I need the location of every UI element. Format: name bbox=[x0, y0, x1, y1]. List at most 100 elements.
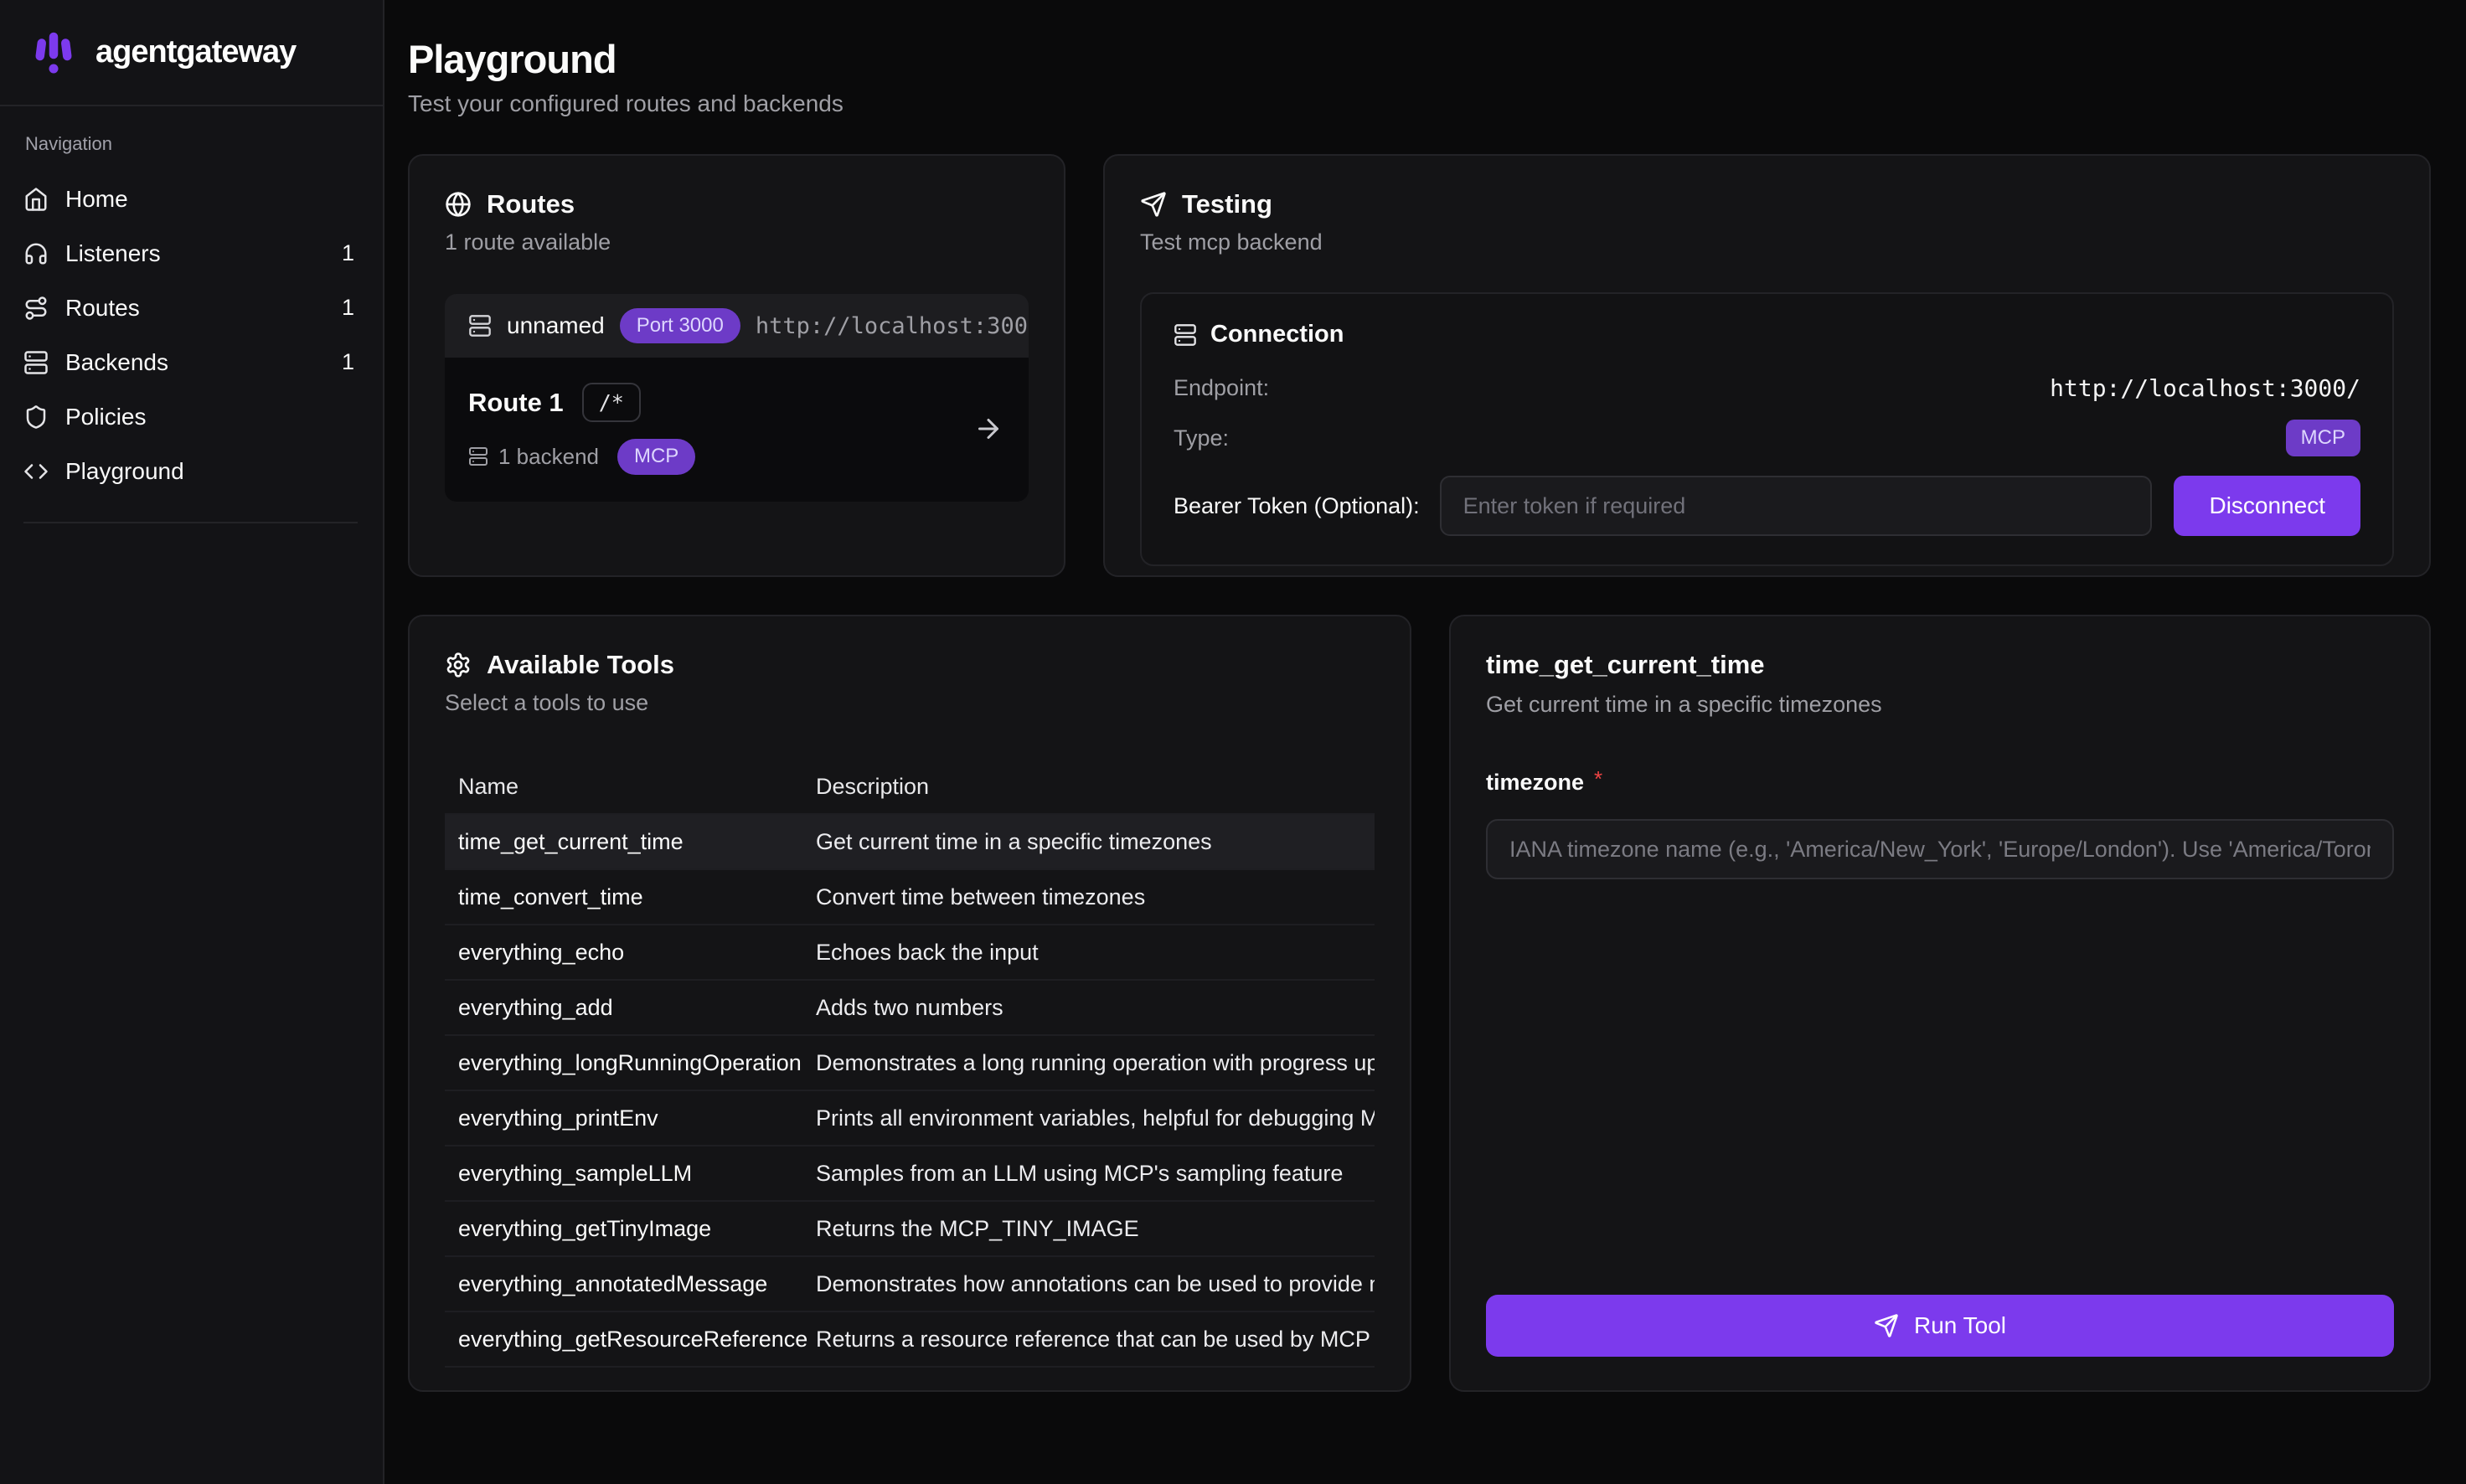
selected-tool-title: time_get_current_time bbox=[1486, 650, 2394, 680]
tool-description: Convert time between timezones bbox=[816, 884, 1375, 910]
server-icon bbox=[468, 314, 492, 338]
routes-card-header: Routes bbox=[445, 189, 1029, 219]
sidebar: agentgateway Navigation Home Listeners 1… bbox=[0, 0, 384, 1484]
route-info: Route 1 /* 1 backend MCP bbox=[468, 383, 695, 475]
shield-icon bbox=[23, 404, 49, 430]
route-item[interactable]: Route 1 /* 1 backend MCP bbox=[445, 358, 1029, 502]
table-row[interactable]: time_get_current_time Get current time i… bbox=[445, 815, 1375, 870]
route-protocol-badge: MCP bbox=[617, 439, 695, 475]
sidebar-item-backends[interactable]: Backends 1 bbox=[23, 335, 358, 389]
sidebar-item-playground[interactable]: Playground bbox=[23, 444, 358, 498]
bearer-token-input[interactable] bbox=[1440, 476, 2153, 536]
send-icon bbox=[1140, 191, 1167, 218]
sidebar-item-label: Listeners bbox=[65, 240, 161, 267]
column-header-name: Name bbox=[445, 774, 816, 800]
nav-section-label: Navigation bbox=[25, 133, 358, 155]
table-row[interactable]: everything_getTinyImage Returns the MCP_… bbox=[445, 1202, 1375, 1257]
run-tool-label: Run Tool bbox=[1914, 1312, 2006, 1339]
testing-card: Testing Test mcp backend Connection Endp… bbox=[1103, 154, 2431, 577]
tool-description: Demonstrates how annotations can be used… bbox=[816, 1271, 1375, 1297]
connection-title: Connection bbox=[1210, 321, 1344, 348]
route-icon bbox=[23, 296, 49, 321]
tool-name: everything_printEnv bbox=[445, 1105, 816, 1131]
type-row: Type: MCP bbox=[1174, 414, 2360, 462]
headphones-icon bbox=[23, 241, 49, 266]
table-row[interactable]: everything_printEnv Prints all environme… bbox=[445, 1091, 1375, 1146]
tool-description: Echoes back the input bbox=[816, 940, 1375, 966]
available-tools-card: Available Tools Select a tools to use Na… bbox=[408, 615, 1411, 1392]
sidebar-item-home[interactable]: Home bbox=[23, 172, 358, 226]
sidebar-item-label: Home bbox=[65, 186, 128, 213]
table-row[interactable]: everything_longRunningOperation Demonstr… bbox=[445, 1036, 1375, 1091]
sidebar-nav: Navigation Home Listeners 1 Routes 1 bbox=[0, 106, 383, 523]
tool-description: Demonstrates a long running operation wi… bbox=[816, 1050, 1375, 1076]
server-icon bbox=[468, 446, 488, 466]
tool-name: everything_add bbox=[445, 995, 816, 1021]
tool-name: everything_sampleLLM bbox=[445, 1161, 816, 1187]
table-row[interactable]: everything_getResourceReference Returns … bbox=[445, 1312, 1375, 1368]
tools-card-header: Available Tools bbox=[445, 650, 1375, 680]
bearer-token-label: Bearer Token (Optional): bbox=[1174, 493, 1420, 519]
tool-name: time_get_current_time bbox=[445, 829, 816, 855]
table-row[interactable]: everything_add Adds two numbers bbox=[445, 981, 1375, 1036]
table-row[interactable]: everything_echo Echoes back the input bbox=[445, 925, 1375, 981]
main-content: Playground Test your configured routes a… bbox=[386, 0, 2466, 1484]
endpoint-label: Endpoint: bbox=[1174, 375, 1269, 401]
testing-card-title: Testing bbox=[1182, 189, 1272, 219]
brand-name: agentgateway bbox=[95, 34, 296, 70]
timezone-field-label-row: timezone * bbox=[1486, 770, 2394, 796]
brand-header: agentgateway bbox=[0, 0, 383, 106]
tools-card-subtitle: Select a tools to use bbox=[445, 690, 1375, 716]
sidebar-item-listeners[interactable]: Listeners 1 bbox=[23, 226, 358, 281]
tool-name: time_convert_time bbox=[445, 884, 816, 910]
listener-url: http://localhost:3000/ bbox=[756, 313, 1029, 339]
type-badge: MCP bbox=[2286, 420, 2360, 456]
bearer-token-row: Bearer Token (Optional): Disconnect bbox=[1174, 476, 2360, 536]
sidebar-item-routes[interactable]: Routes 1 bbox=[23, 281, 358, 335]
tool-name: everything_longRunningOperation bbox=[445, 1050, 816, 1076]
testing-card-subtitle: Test mcp backend bbox=[1140, 229, 2394, 255]
tool-description: Returns a resource reference that can be… bbox=[816, 1327, 1375, 1353]
port-badge: Port 3000 bbox=[620, 308, 740, 344]
sidebar-item-label: Routes bbox=[65, 295, 140, 322]
tool-runner-card: time_get_current_time Get current time i… bbox=[1449, 615, 2431, 1392]
routes-card-title: Routes bbox=[487, 189, 575, 219]
tool-description: Get current time in a specific timezones bbox=[816, 829, 1375, 855]
table-row[interactable]: everything_sampleLLM Samples from an LLM… bbox=[445, 1146, 1375, 1202]
tool-description: Samples from an LLM using MCP's sampling… bbox=[816, 1161, 1375, 1187]
sidebar-item-label: Policies bbox=[65, 404, 146, 430]
connection-header: Connection bbox=[1174, 321, 2360, 348]
sidebar-item-policies[interactable]: Policies bbox=[23, 389, 358, 444]
endpoint-value: http://localhost:3000/ bbox=[2050, 374, 2360, 402]
server-icon bbox=[23, 350, 49, 375]
table-row[interactable]: everything_annotatedMessage Demonstrates… bbox=[445, 1257, 1375, 1312]
connection-panel: Connection Endpoint: http://localhost:30… bbox=[1140, 292, 2394, 566]
route-backend-count: 1 backend bbox=[498, 444, 599, 470]
tools-table-header: Name Description bbox=[445, 760, 1375, 815]
gear-icon bbox=[445, 652, 472, 678]
run-tool-button[interactable]: Run Tool bbox=[1486, 1295, 2394, 1357]
type-label: Type: bbox=[1174, 425, 1229, 451]
tool-description: Prints all environment variables, helpfu… bbox=[816, 1105, 1375, 1131]
sidebar-item-count: 1 bbox=[342, 349, 358, 375]
timezone-field-label: timezone bbox=[1486, 770, 1584, 796]
tool-name: everything_getResourceReference bbox=[445, 1327, 816, 1353]
tool-name: everything_getTinyImage bbox=[445, 1216, 816, 1242]
table-row[interactable]: time_convert_time Convert time between t… bbox=[445, 870, 1375, 925]
tools-card-title: Available Tools bbox=[487, 650, 674, 680]
arrow-right-icon bbox=[973, 414, 1003, 444]
endpoint-row: Endpoint: http://localhost:3000/ bbox=[1174, 363, 2360, 412]
disconnect-button[interactable]: Disconnect bbox=[2174, 476, 2360, 536]
listener-name: unnamed bbox=[507, 312, 605, 339]
sidebar-item-count: 1 bbox=[342, 295, 358, 321]
agentgateway-logo-icon bbox=[28, 28, 79, 78]
listener-row: unnamed Port 3000 http://localhost:3000/ bbox=[445, 294, 1029, 358]
sidebar-item-label: Playground bbox=[65, 458, 184, 485]
globe-icon bbox=[445, 191, 472, 218]
timezone-input[interactable] bbox=[1486, 819, 2394, 879]
home-icon bbox=[23, 187, 49, 212]
sidebar-item-count: 1 bbox=[342, 240, 358, 266]
page-title: Playground bbox=[408, 35, 2431, 84]
tool-description: Adds two numbers bbox=[816, 995, 1375, 1021]
listener-group: unnamed Port 3000 http://localhost:3000/… bbox=[445, 294, 1029, 502]
